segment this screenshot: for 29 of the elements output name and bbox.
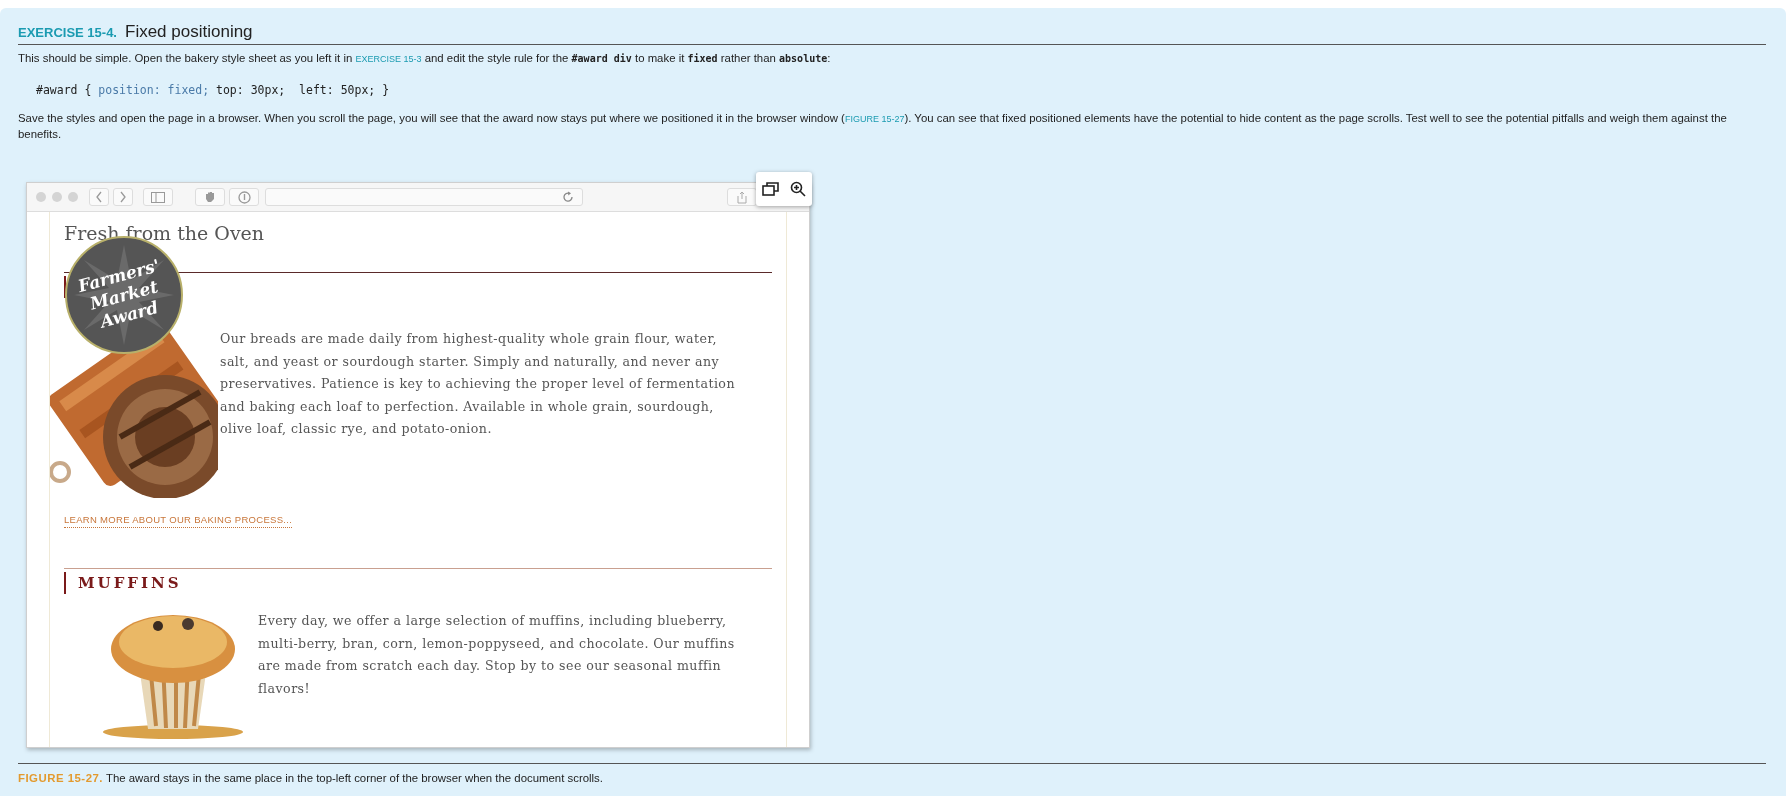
figure-link[interactable]: FIGURE 15-27 — [844, 114, 905, 124]
address-field[interactable] — [265, 188, 583, 206]
window-controls-icon[interactable] — [35, 191, 79, 203]
section-paragraph: Every day, we offer a large selection of muffins, including blueberry, multi-berry, bran, corn, lemon-poppyseed, and chocolate. Our muffins are made from scratch each day. Stop by to see our seasonal muffin flavors! — [258, 612, 736, 698]
chevron-left-icon — [95, 191, 103, 203]
hand-icon — [204, 191, 216, 203]
windows-icon[interactable] — [762, 181, 780, 197]
chevron-right-icon — [119, 191, 127, 203]
forward-button[interactable] — [113, 188, 133, 206]
hand-button[interactable] — [195, 188, 225, 206]
instructions-paragraph: Save the styles and open the page in a browser. When you scroll the page, you will see that the award now stays put where we positioned it in the browser window (FIGURE 15-27). You can see that fixed positioned elements have the potential to hide content as the page scrolls. Test well to see the potential pitfalls and weigh them against the benefits. — [18, 111, 1728, 142]
exercise-title: Fixed positioning — [125, 22, 253, 42]
learn-more-link[interactable]: LEARN MORE ABOUT OUR BAKING PROCESS... — [64, 514, 293, 528]
intro-paragraph: This should be simple. Open the bakery style sheet as you left it in EXERCISE 15-3 and edit the style rule for the #award div to make it fixed rather than absolute: — [18, 51, 832, 66]
exercise-link[interactable]: EXERCISE 15-3 — [355, 54, 422, 64]
info-button[interactable] — [229, 188, 259, 206]
info-icon — [237, 190, 251, 204]
back-button[interactable] — [89, 188, 109, 206]
section-heading: MUFFINS — [78, 574, 182, 592]
reload-icon[interactable] — [562, 191, 574, 203]
section-paragraph: Our breads are made daily from highest-quality whole grain flour, water, salt, and yeast or sourdough starter. Simply and naturally, and never any preservatives. Patience is key to achieving the proper level of fermentation and baking each loaf to perfection. Available in whole grain, sourdough, olive loaf, classic rye, and potato-onion. — [220, 330, 736, 438]
share-icon — [737, 190, 747, 204]
sidebar-icon — [151, 191, 165, 203]
figure-caption: FIGURE 15-27. The award stays in the same place in the top-left corner of the browser when the document scrolls. — [18, 763, 1766, 784]
code-line: #award { position: fixed; top: 30px; left: 50px; } — [36, 83, 391, 97]
zoom-in-icon[interactable] — [790, 181, 806, 197]
sidebar-button[interactable] — [143, 188, 173, 206]
share-button[interactable] — [727, 188, 757, 206]
exercise-label: EXERCISE 15-4. — [18, 25, 117, 40]
